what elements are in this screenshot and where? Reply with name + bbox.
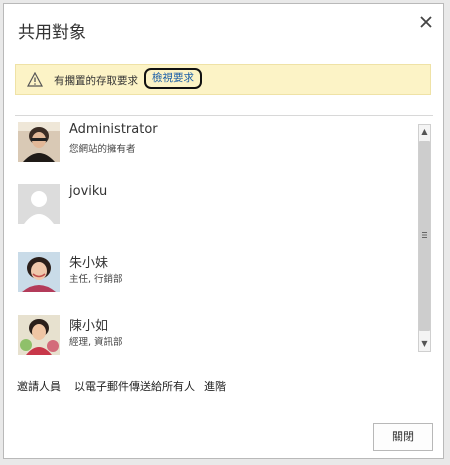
invite-people-link[interactable]: 邀請人員 bbox=[17, 378, 61, 394]
person-name: Administrator bbox=[69, 122, 158, 137]
person-role: 主任, 行銷部 bbox=[69, 274, 123, 285]
people-list-scrollbar[interactable]: ▲ ▼ bbox=[418, 124, 431, 352]
person-photo bbox=[18, 122, 60, 162]
view-requests-link[interactable]: 檢視要求 bbox=[144, 68, 202, 89]
avatar bbox=[18, 122, 60, 162]
person-role: 經理, 資訊部 bbox=[69, 337, 123, 348]
person-role: 您網站的擁有者 bbox=[69, 144, 136, 155]
person-name: joviku bbox=[69, 184, 108, 199]
scroll-down-icon[interactable]: ▼ bbox=[419, 338, 430, 350]
list-item[interactable]: joviku bbox=[18, 184, 408, 228]
person-name: 朱小妹 bbox=[69, 256, 109, 271]
list-item[interactable]: 朱小妹 主任, 行銷部 bbox=[18, 252, 408, 296]
person-photo bbox=[18, 315, 60, 355]
person-name: 陳小如 bbox=[69, 319, 109, 334]
avatar bbox=[18, 252, 60, 292]
list-item[interactable]: Administrator 您網站的擁有者 bbox=[18, 122, 408, 166]
scroll-thumb[interactable] bbox=[419, 141, 430, 331]
warning-icon bbox=[27, 72, 43, 87]
email-everyone-link[interactable]: 以電子郵件傳送給所有人 bbox=[74, 378, 195, 394]
scroll-up-icon[interactable]: ▲ bbox=[419, 126, 430, 138]
pending-requests-bar: 有擱置的存取要求 檢視要求 bbox=[15, 64, 431, 95]
list-item[interactable]: 陳小如 經理, 資訊部 bbox=[18, 315, 408, 359]
divider bbox=[15, 115, 433, 116]
default-user-icon bbox=[18, 184, 60, 224]
avatar bbox=[18, 315, 60, 355]
share-dialog: 共用對象 有擱置的存取要求 檢視要求 Administrator 您網站的擁有者… bbox=[3, 3, 444, 459]
pending-requests-text: 有擱置的存取要求 bbox=[54, 75, 138, 87]
person-photo bbox=[18, 252, 60, 292]
advanced-link[interactable]: 進階 bbox=[204, 378, 226, 394]
grip-icon bbox=[422, 232, 427, 238]
close-icon[interactable] bbox=[418, 14, 434, 30]
dialog-title: 共用對象 bbox=[18, 23, 86, 43]
people-list: Administrator 您網站的擁有者 joviku 朱小妹 主任, 行銷部… bbox=[18, 122, 418, 355]
avatar bbox=[18, 184, 60, 224]
close-button[interactable]: 關閉 bbox=[373, 423, 433, 451]
